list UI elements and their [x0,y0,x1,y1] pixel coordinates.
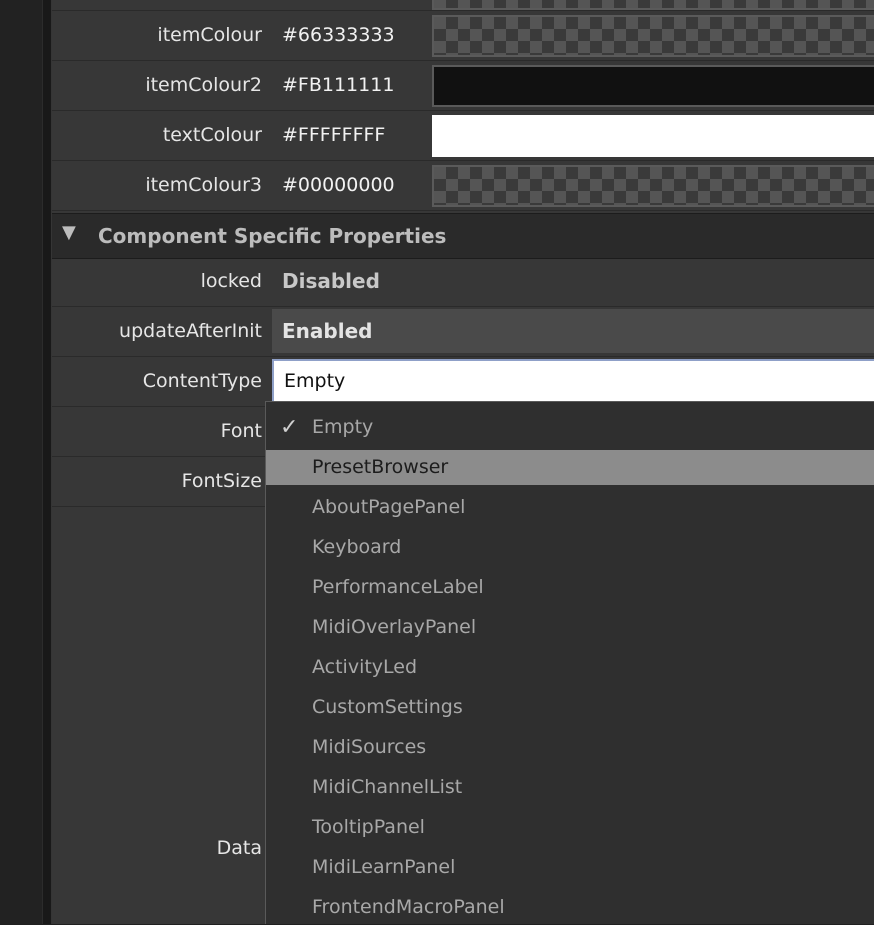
menu-item-midichannellist[interactable]: MidiChannelList [266,770,874,805]
property-row-itemcolour3: itemColour3 #00000000 [52,161,874,211]
checkmark-icon: ✓ [280,415,299,440]
property-label: locked [200,270,262,292]
menu-item-midioverlaypanel[interactable]: MidiOverlayPanel [266,610,874,645]
property-label: itemColour [157,24,262,46]
menu-item-activityled[interactable]: ActivityLed [266,650,874,685]
colour-hex-value[interactable]: #00000000 [282,161,395,210]
property-label: textColour [162,124,262,146]
property-label: itemColour2 [145,74,262,96]
menu-item-keyboard[interactable]: Keyboard [266,530,874,565]
property-label: Data [216,837,262,859]
menu-item-midisources[interactable]: MidiSources [266,730,874,765]
property-label: itemColour3 [145,174,262,196]
section-title: Component Specific Properties [98,224,447,248]
partial-swatch [432,0,874,10]
property-row-itemcolour: itemColour #66333333 [52,11,874,61]
menu-item-frontendmacropanel[interactable]: FrontendMacroPanel [266,890,874,925]
menu-item-performancelabel[interactable]: PerformanceLabel [266,570,874,605]
property-row-itemcolour2: itemColour2 #FB111111 [52,61,874,111]
colour-hex-value[interactable]: #66333333 [282,11,395,60]
section-header-component-specific[interactable]: ▼ Component Specific Properties [52,213,874,259]
colour-swatch[interactable] [432,165,874,207]
colour-hex-value[interactable]: #FB111111 [282,61,394,110]
triangle-down-icon[interactable]: ▼ [62,222,76,243]
menu-item-midilearnpanel[interactable]: MidiLearnPanel [266,850,874,885]
property-row-contenttype: ContentType Empty [52,357,874,407]
colour-swatch[interactable] [432,115,874,157]
menu-item-aboutpagepanel[interactable]: AboutPagePanel [266,490,874,525]
menu-item-customsettings[interactable]: CustomSettings [266,690,874,725]
property-label: FontSize [181,470,262,492]
property-label: updateAfterInit [119,320,262,342]
property-row-textcolour: textColour #FFFFFFFF [52,111,874,161]
content-type-dropdown-menu: ✓ Empty PresetBrowser AboutPagePanel Key… [265,401,874,924]
left-sidebar-strip [0,0,42,924]
content-type-combobox[interactable]: Empty [272,359,874,403]
property-row-updateafterinit: updateAfterInit Enabled [52,307,874,357]
property-row-locked: locked Disabled [52,257,874,307]
colour-swatch[interactable] [432,65,874,107]
colour-hex-value[interactable]: #FFFFFFFF [282,111,385,160]
property-label: Font [220,420,262,442]
property-label: ContentType [142,370,262,392]
menu-item-tooltippanel[interactable]: TooltipPanel [266,810,874,845]
menu-item-presetbrowser[interactable]: PresetBrowser [266,450,874,485]
panel-edge [42,0,52,924]
locked-toggle[interactable]: Disabled [272,259,874,303]
menu-item-empty[interactable]: ✓ Empty [266,410,874,445]
colour-swatch[interactable] [432,15,874,57]
update-after-init-toggle[interactable]: Enabled [272,309,874,353]
